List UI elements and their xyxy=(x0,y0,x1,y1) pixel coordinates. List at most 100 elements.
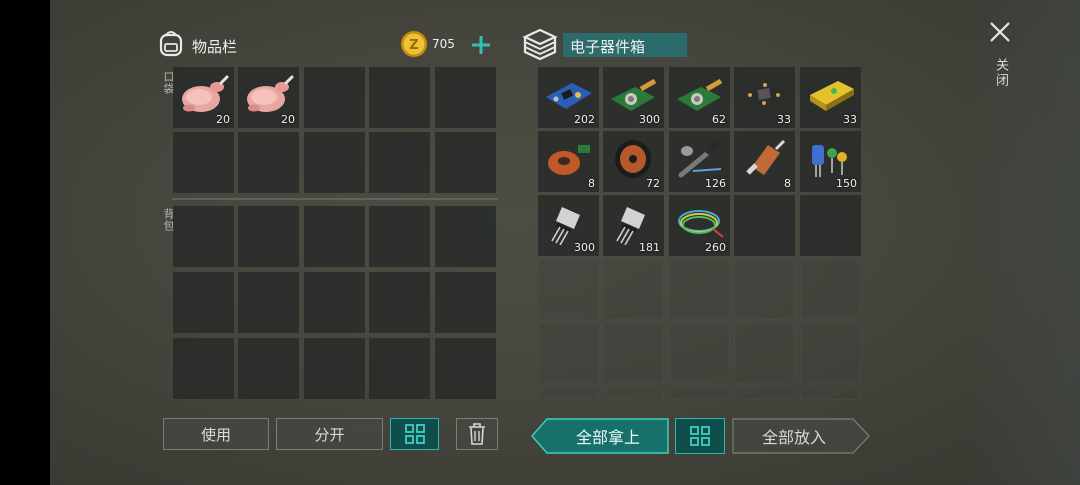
inventory-slot[interactable] xyxy=(238,338,299,399)
item-count: 8 xyxy=(588,177,595,190)
container-slot[interactable] xyxy=(734,387,795,400)
item-count: 260 xyxy=(705,241,726,254)
item-count: 300 xyxy=(574,241,595,254)
close-icon[interactable] xyxy=(989,21,1011,43)
container-slot[interactable] xyxy=(800,259,861,320)
item-count: 33 xyxy=(777,113,791,126)
container-slot[interactable] xyxy=(669,387,730,400)
close-label[interactable]: 关闭 xyxy=(991,58,1010,88)
inventory-slot[interactable] xyxy=(173,132,234,193)
inventory-slot[interactable] xyxy=(369,272,430,333)
container-slot[interactable]: 8 xyxy=(734,131,795,192)
container-slot[interactable] xyxy=(538,259,599,320)
inventory-slot[interactable] xyxy=(435,272,496,333)
grid-sort-icon xyxy=(690,426,710,446)
container-slot[interactable]: 300 xyxy=(538,195,599,256)
electric-motor-icon xyxy=(746,139,786,175)
inventory-slot[interactable] xyxy=(238,132,299,193)
container-slot[interactable]: 8 xyxy=(538,131,599,192)
container-slot[interactable]: 62 xyxy=(669,67,730,128)
container-title-box: 电子器件箱 xyxy=(563,33,687,57)
container-slot[interactable] xyxy=(734,323,795,384)
sensor-module-icon xyxy=(677,78,723,111)
item-count: 126 xyxy=(705,177,726,190)
inventory-slot[interactable] xyxy=(435,67,496,128)
capacitors-icon xyxy=(812,145,847,177)
container-slot[interactable] xyxy=(669,323,730,384)
container-title: 电子器件箱 xyxy=(570,38,646,56)
container-slot[interactable] xyxy=(538,323,599,384)
container-slot[interactable]: 150 xyxy=(800,131,861,192)
container-slot[interactable]: 72 xyxy=(603,131,664,192)
trash-button[interactable] xyxy=(456,418,498,450)
inventory-slot[interactable] xyxy=(369,338,430,399)
inventory-slot[interactable] xyxy=(304,67,365,128)
container-slot[interactable]: 202 xyxy=(538,67,599,128)
item-count: 33 xyxy=(843,113,857,126)
item-count: 20 xyxy=(216,113,230,126)
battery-icon xyxy=(810,81,854,111)
inventory-slot[interactable] xyxy=(304,272,365,333)
container-slot[interactable] xyxy=(538,387,599,400)
transistor-icon xyxy=(551,207,580,245)
sensor-module-icon xyxy=(611,78,657,111)
right-strip xyxy=(970,0,1080,485)
container-slot[interactable] xyxy=(669,259,730,320)
container-box-icon xyxy=(522,28,558,60)
put-all-button[interactable]: 全部放入 xyxy=(732,418,856,454)
item-count: 300 xyxy=(639,113,660,126)
container-slot[interactable]: 181 xyxy=(603,195,664,256)
container-slot[interactable]: 260 xyxy=(669,195,730,256)
inventory-slot[interactable] xyxy=(173,206,234,267)
container-slot[interactable]: 126 xyxy=(669,131,730,192)
inventory-slot[interactable] xyxy=(304,206,365,267)
inventory-slot[interactable] xyxy=(238,206,299,267)
inventory-slot[interactable] xyxy=(173,272,234,333)
use-button[interactable]: 使用 xyxy=(163,418,269,450)
inventory-slot[interactable]: 20 xyxy=(173,67,234,128)
inductor-coil-icon xyxy=(548,145,590,175)
processor-board-icon xyxy=(742,83,787,107)
inventory-slot[interactable] xyxy=(238,272,299,333)
sort-container-button[interactable] xyxy=(675,418,725,454)
container-slot[interactable] xyxy=(734,259,795,320)
item-count: 72 xyxy=(646,177,660,190)
inventory-title: 物品栏 xyxy=(192,38,238,56)
game-screen: 物品栏 Z 705 口袋 背包 20 20 电子器件箱 202 300 62 3… xyxy=(50,0,1080,485)
wire-bundle-icon xyxy=(678,210,724,238)
inventory-slot[interactable] xyxy=(369,67,430,128)
inventory-slot[interactable] xyxy=(173,338,234,399)
inventory-slot[interactable] xyxy=(435,338,496,399)
container-slot[interactable] xyxy=(603,259,664,320)
container-slot[interactable] xyxy=(800,387,861,400)
container-slot[interactable] xyxy=(734,195,795,256)
item-count: 150 xyxy=(836,177,857,190)
inventory-slot[interactable] xyxy=(304,338,365,399)
inventory-slot[interactable] xyxy=(435,132,496,193)
container-slot[interactable] xyxy=(603,323,664,384)
inventory-slot[interactable] xyxy=(369,132,430,193)
inventory-slot[interactable]: 20 xyxy=(238,67,299,128)
add-coins-icon[interactable] xyxy=(471,35,491,55)
inventory-slot[interactable] xyxy=(369,206,430,267)
take-all-button[interactable]: 全部拿上 xyxy=(547,418,669,454)
container-slot[interactable]: 33 xyxy=(734,67,795,128)
item-count: 62 xyxy=(712,113,726,126)
split-button[interactable]: 分开 xyxy=(276,418,383,450)
copper-wire-spool-icon xyxy=(615,140,651,178)
svg-text:Z: Z xyxy=(409,38,418,53)
inventory-slot[interactable] xyxy=(304,132,365,193)
container-slot[interactable] xyxy=(800,323,861,384)
transistor-icon xyxy=(616,207,645,245)
item-count: 20 xyxy=(281,113,295,126)
sort-inventory-button[interactable] xyxy=(390,418,439,450)
backpack-icon xyxy=(159,31,183,57)
container-slot[interactable]: 33 xyxy=(800,67,861,128)
coin-icon: Z xyxy=(401,31,427,57)
inventory-slot[interactable] xyxy=(435,206,496,267)
container-slot[interactable] xyxy=(603,387,664,400)
item-count: 8 xyxy=(784,177,791,190)
container-slot[interactable]: 300 xyxy=(603,67,664,128)
container-slot[interactable] xyxy=(800,195,861,256)
coin-count: 705 xyxy=(432,37,455,51)
